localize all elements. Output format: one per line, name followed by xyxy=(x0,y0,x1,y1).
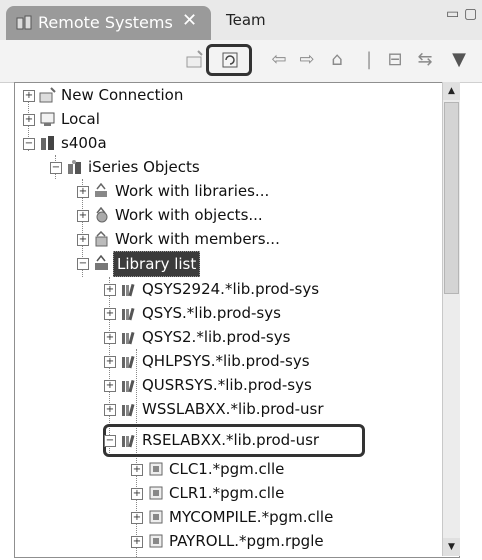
library-icon xyxy=(122,434,135,448)
program-icon xyxy=(149,510,163,524)
tree-node-iseries-objects[interactable]: − iSeries Objects xyxy=(42,155,442,179)
collapse-all-icon[interactable]: ⊟ xyxy=(384,49,406,71)
view-tab-bar: Remote Systems ✕ Team ▭ ▢ xyxy=(0,0,482,41)
new-connection-icon[interactable] xyxy=(184,49,206,71)
tree-node-program[interactable]: + CLR1.*pgm.clle xyxy=(123,481,443,505)
vertical-scrollbar[interactable]: ▲ ▼ xyxy=(442,82,460,556)
separator-icon: | xyxy=(365,49,373,70)
collapse-icon[interactable]: − xyxy=(104,435,116,447)
work-objects-icon xyxy=(96,207,108,223)
maximize-icon[interactable]: ▢ xyxy=(464,6,477,22)
tree-node-label: Work with objects... xyxy=(115,206,263,224)
tree-node-program[interactable]: + MYCOMPILE.*pgm.clle xyxy=(123,505,443,529)
tree-node-label: QSYS2.*lib.prod-sys xyxy=(142,328,291,346)
close-icon[interactable]: ✕ xyxy=(182,10,197,31)
tree-node-library[interactable]: + QHLPSYS.*lib.prod-sys xyxy=(96,349,436,373)
tree-node-label: PAYROLL.*pgm.rpgle xyxy=(169,532,324,550)
minimize-icon[interactable]: ▭ xyxy=(446,6,459,22)
tree-node-program[interactable]: + PAYROLL.*pgm.rpgle xyxy=(123,529,443,553)
work-members-icon xyxy=(95,231,108,247)
remote-systems-tree[interactable]: + New Connection + Local − s400a − iSeri… xyxy=(14,82,460,558)
expand-icon[interactable]: + xyxy=(131,464,143,476)
expand-icon[interactable]: + xyxy=(104,356,116,368)
view-menu-icon[interactable]: ▼ xyxy=(448,49,470,71)
tree-node-library[interactable]: + QSYS2.*lib.prod-sys xyxy=(96,325,436,349)
program-icon xyxy=(149,534,163,548)
expand-icon[interactable]: + xyxy=(104,404,116,416)
tree-node-label: iSeries Objects xyxy=(88,158,200,176)
library-icon xyxy=(122,403,135,417)
tree-node-label: WSSLABXX.*lib.prod-usr xyxy=(142,400,324,418)
library-icon xyxy=(122,307,135,321)
back-icon[interactable]: ⇦ xyxy=(268,49,290,71)
tree-node-label: QUSRSYS.*lib.prod-sys xyxy=(142,376,312,394)
work-libraries-icon xyxy=(95,183,107,197)
tree-node-label: Work with members... xyxy=(115,230,280,248)
tree-node-library[interactable]: + WSSLABXX.*lib.prod-usr xyxy=(96,397,436,421)
expand-icon[interactable]: + xyxy=(77,186,89,198)
tree-node-local[interactable]: + Local xyxy=(15,107,445,131)
tree-node-library[interactable]: + QUSRSYS.*lib.prod-sys xyxy=(96,373,436,397)
expand-icon[interactable]: + xyxy=(131,512,143,524)
expand-icon[interactable]: + xyxy=(131,488,143,500)
tree-node-library-list[interactable]: − Library list xyxy=(69,251,439,277)
tree-node-label: QHLPSYS.*lib.prod-sys xyxy=(142,352,310,370)
tree-node-new-connection[interactable]: + New Connection xyxy=(15,83,445,107)
local-system-icon xyxy=(40,112,55,126)
refresh-icon[interactable] xyxy=(219,49,241,71)
tree-node-label-selected: Library list xyxy=(113,251,201,277)
program-icon xyxy=(149,486,163,500)
tree-node-work-with-objects[interactable]: + Work with objects... xyxy=(69,203,439,227)
view-toolbar: ⇦ ⇨ ⌂ | ⊟ ⇆ ▼ xyxy=(0,40,482,83)
tree-node-library-rselabxx[interactable]: − RSELABXX.*lib.prod-usr xyxy=(96,428,436,452)
scroll-down-icon[interactable]: ▼ xyxy=(443,538,460,556)
link-editor-icon[interactable]: ⇆ xyxy=(414,49,436,71)
tab-remote-systems-label: Remote Systems xyxy=(38,13,173,32)
collapse-icon[interactable]: − xyxy=(77,258,89,270)
library-list-icon xyxy=(95,255,108,270)
expand-icon[interactable]: + xyxy=(104,308,116,320)
tree-node-label: s400a xyxy=(61,134,107,152)
expand-icon[interactable]: + xyxy=(104,284,116,296)
tree-node-label: QSYS.*lib.prod-sys xyxy=(142,304,281,322)
tree-node-label: MYCOMPILE.*pgm.clle xyxy=(169,508,334,526)
tree-node-label: QSYS2924.*lib.prod-sys xyxy=(142,280,320,298)
tree-node-library[interactable]: + QSYS2924.*lib.prod-sys xyxy=(96,277,436,301)
tree-node-s400a[interactable]: − s400a xyxy=(15,131,445,155)
new-connection-icon xyxy=(39,87,56,103)
tab-team[interactable]: Team xyxy=(226,11,266,29)
program-icon xyxy=(149,462,163,476)
tree-node-label: Work with libraries... xyxy=(115,182,270,200)
library-icon xyxy=(122,283,135,297)
remote-systems-icon xyxy=(16,15,32,30)
tree-node-label: RSELABXX.*lib.prod-usr xyxy=(142,431,320,449)
tree-node-label: CLC1.*pgm.clle xyxy=(169,460,285,478)
tree-node-work-with-members[interactable]: + Work with members... xyxy=(69,227,439,251)
iseries-system-icon xyxy=(41,136,54,150)
tree-node-work-with-libraries[interactable]: + Work with libraries... xyxy=(69,179,439,203)
library-icon xyxy=(122,379,135,393)
iseries-objects-icon xyxy=(68,160,81,174)
expand-icon[interactable]: + xyxy=(23,114,35,126)
tree-node-label: CLR1.*pgm.clle xyxy=(169,484,285,502)
expand-icon[interactable]: + xyxy=(77,210,89,222)
expand-icon[interactable]: + xyxy=(104,380,116,392)
collapse-icon[interactable]: − xyxy=(23,138,35,150)
expand-icon[interactable]: + xyxy=(77,234,89,246)
library-icon xyxy=(122,355,135,369)
tree-node-label: New Connection xyxy=(61,86,184,104)
expand-icon[interactable]: + xyxy=(23,90,35,102)
tree-node-label: Local xyxy=(61,110,100,128)
tab-remote-systems[interactable]: Remote Systems ✕ xyxy=(6,6,211,40)
expand-icon[interactable]: + xyxy=(131,536,143,548)
tree-node-program[interactable]: + CLC1.*pgm.clle xyxy=(123,457,443,481)
forward-icon[interactable]: ⇨ xyxy=(296,49,318,71)
scroll-up-icon[interactable]: ▲ xyxy=(443,82,460,100)
library-icon xyxy=(122,331,135,345)
scrollbar-thumb[interactable] xyxy=(444,102,459,294)
expand-icon[interactable]: + xyxy=(104,332,116,344)
collapse-icon[interactable]: − xyxy=(50,162,62,174)
tree-node-library[interactable]: + QSYS.*lib.prod-sys xyxy=(96,301,436,325)
home-icon[interactable]: ⌂ xyxy=(326,49,348,71)
